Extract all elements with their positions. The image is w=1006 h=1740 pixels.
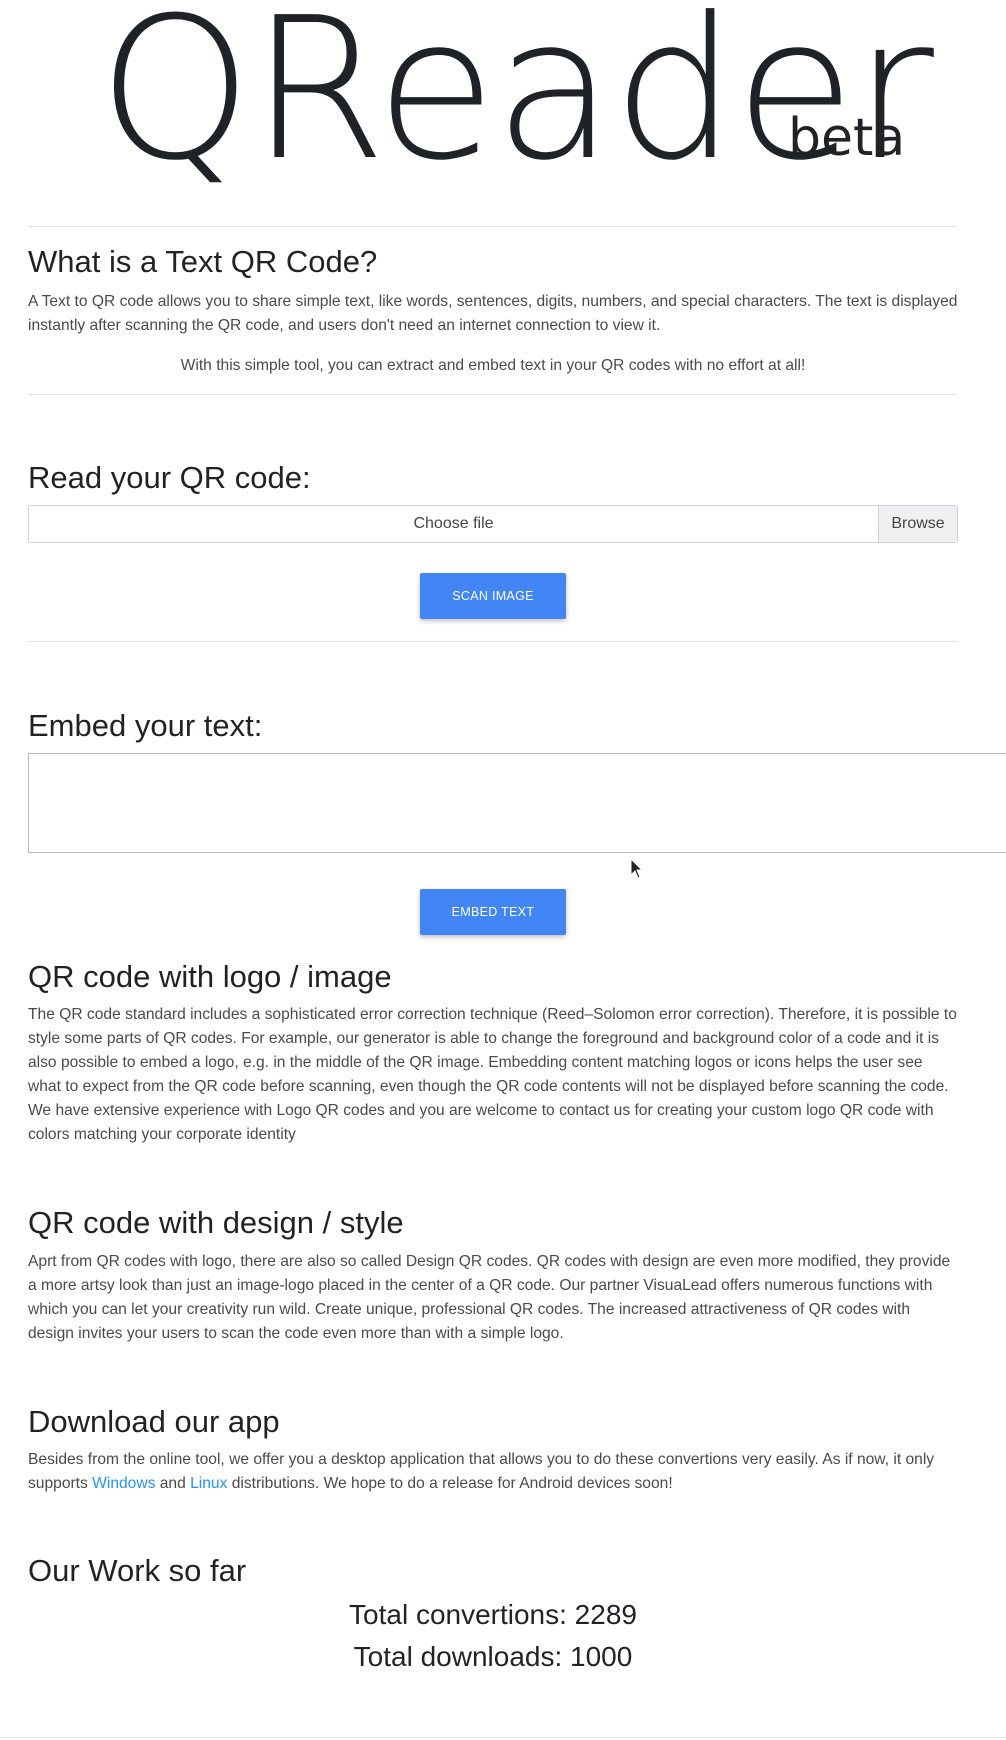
intro-tagline: With this simple tool, you can extract a… bbox=[180, 357, 806, 374]
footer-divider bbox=[0, 1737, 1006, 1738]
divider bbox=[28, 226, 958, 227]
file-input-label[interactable]: Choose file bbox=[29, 506, 878, 542]
logo-section-title: QR code with logo / image bbox=[28, 959, 392, 994]
divider bbox=[28, 641, 958, 642]
linux-link[interactable]: Linux bbox=[190, 1475, 227, 1492]
mouse-cursor-icon bbox=[630, 858, 644, 879]
embed-title: Embed your text: bbox=[28, 708, 263, 743]
total-conversions: Total convertions: 2289 bbox=[349, 1599, 637, 1630]
read-title: Read your QR code: bbox=[28, 460, 311, 495]
divider bbox=[28, 394, 958, 395]
stats-title: Our Work so far bbox=[28, 1553, 247, 1588]
design-section-paragraph: Aprt from QR codes with logo, there are … bbox=[28, 1253, 951, 1342]
file-input[interactable]: Choose file Browse bbox=[28, 505, 958, 543]
embed-text-button[interactable]: EMBED TEXT bbox=[420, 889, 566, 935]
download-and-text: and bbox=[155, 1475, 191, 1492]
intro-title: What is a Text QR Code? bbox=[28, 244, 378, 279]
windows-link[interactable]: Windows bbox=[92, 1475, 155, 1492]
download-text-after: distributions. We hope to do a release f… bbox=[227, 1475, 673, 1492]
logo-section-paragraph: The QR code standard includes a sophisti… bbox=[28, 1006, 957, 1143]
download-paragraph: Besides from the online tool, we offer y… bbox=[28, 1448, 958, 1496]
browse-button[interactable]: Browse bbox=[878, 506, 957, 542]
design-section-title: QR code with design / style bbox=[28, 1205, 404, 1240]
page-container: QReader beta What is a Text QR Code? A T… bbox=[28, 0, 1006, 1672]
brand-header: QReader beta bbox=[28, 0, 958, 200]
brand-beta-label: beta bbox=[788, 108, 906, 168]
embed-text-area[interactable] bbox=[28, 753, 1006, 853]
scan-image-button[interactable]: SCAN IMAGE bbox=[420, 573, 566, 619]
total-downloads: Total downloads: 1000 bbox=[353, 1641, 633, 1672]
download-title: Download our app bbox=[28, 1404, 280, 1439]
intro-paragraph: A Text to QR code allows you to share si… bbox=[28, 293, 958, 334]
